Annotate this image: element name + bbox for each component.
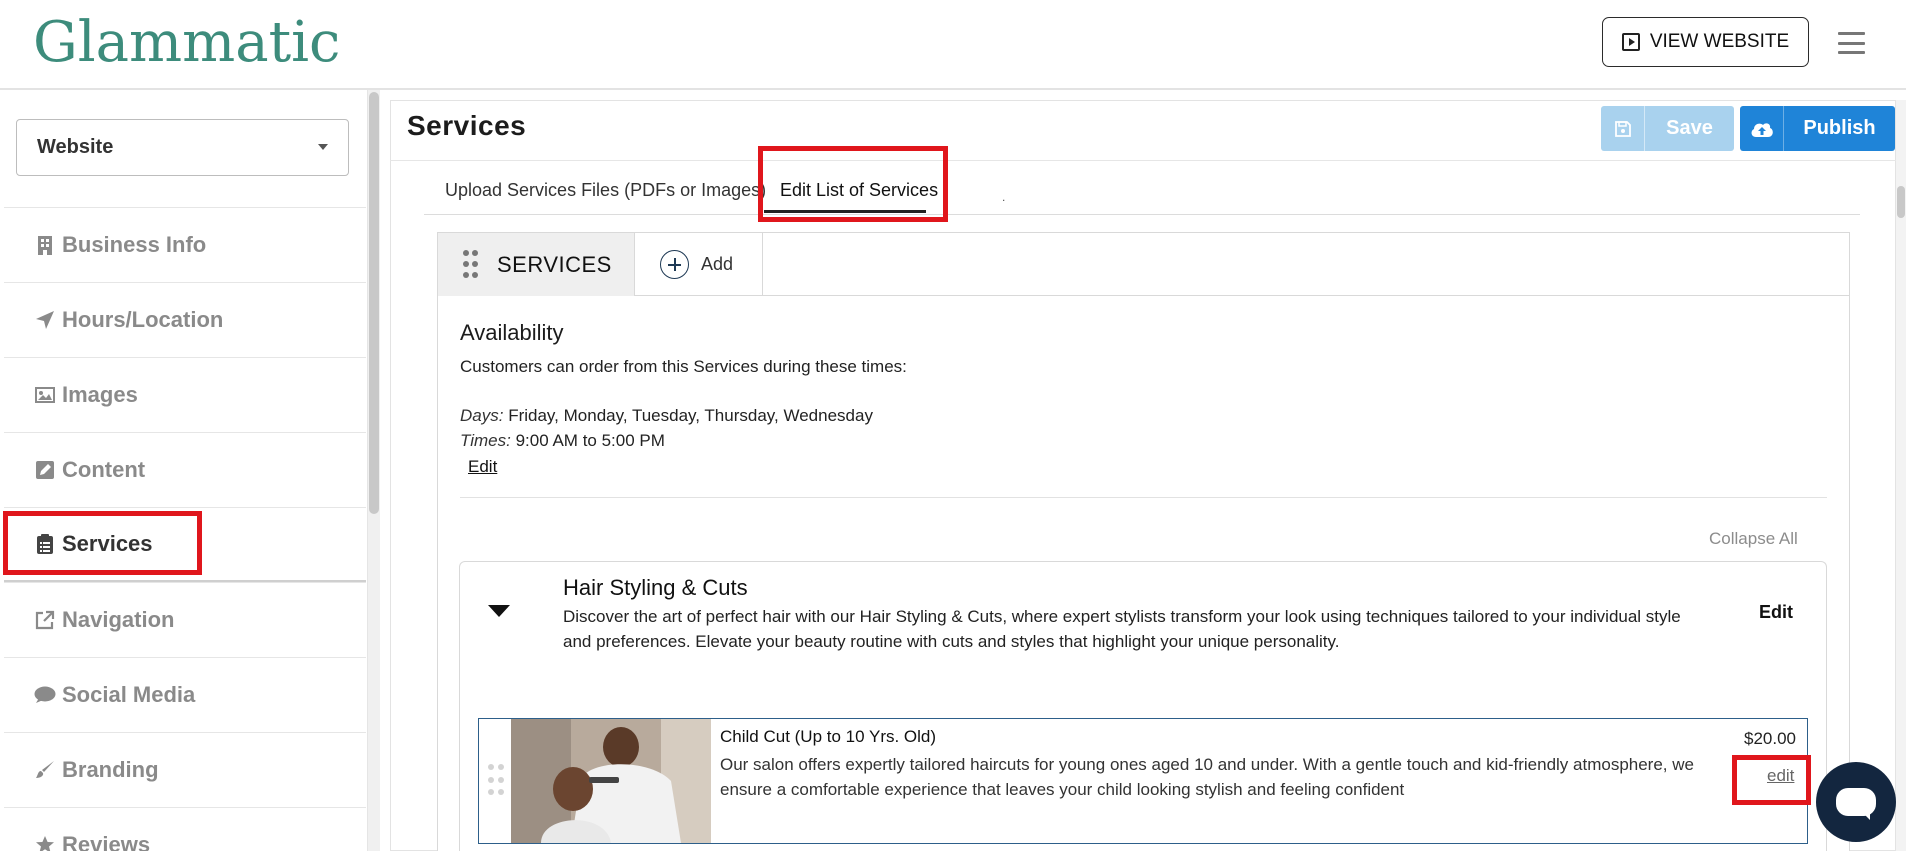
sidebar-item-business-info[interactable]: Business Info <box>4 207 366 282</box>
save-label: Save <box>1666 117 1713 139</box>
chat-icon <box>1836 788 1876 816</box>
category-description: Discover the art of perfect hair with ou… <box>563 607 1681 651</box>
tab-dot: . <box>1002 190 1006 204</box>
edit-icon <box>34 459 56 481</box>
floppy-disk-icon <box>1601 106 1645 151</box>
availability-edit-link[interactable]: Edit <box>468 457 497 477</box>
brand-logo[interactable]: Glammatic <box>33 10 340 75</box>
sidebar-item-label: Navigation <box>62 607 175 632</box>
play-icon <box>1621 33 1640 51</box>
plus-circle-icon <box>660 250 689 279</box>
sidebar-item-label: Branding <box>62 757 159 782</box>
sidebar-item-label: Hours/Location <box>62 307 224 332</box>
availability-description: Customers can order from this Services d… <box>460 357 907 376</box>
services-header: SERVICES Add <box>438 233 1849 296</box>
sidebar-scrollbar-thumb[interactable] <box>369 92 379 514</box>
site-selector-dropdown[interactable]: Website <box>16 119 349 176</box>
drag-handle-icon[interactable] <box>463 249 478 280</box>
sidebar-item-navigation[interactable]: Navigation <box>4 582 366 657</box>
publish-button[interactable]: Publish <box>1740 106 1895 151</box>
item-drag-handle-icon[interactable] <box>488 764 504 798</box>
availability-title: Availability <box>460 320 564 345</box>
star-icon <box>34 834 56 851</box>
sidebar-item-branding[interactable]: Branding <box>4 732 366 807</box>
service-item-image <box>511 719 711 843</box>
service-item-price: $20.00 <box>1744 729 1796 748</box>
service-item-name: Child Cut (Up to 10 Yrs. Old) <box>720 727 937 746</box>
sidebar-item-label: Social Media <box>62 682 196 707</box>
chat-widget-button[interactable] <box>1816 762 1896 842</box>
services-section-tab[interactable]: SERVICES <box>438 233 635 296</box>
sidebar-item-label: Business Info <box>62 232 207 257</box>
page-title: Services <box>407 110 527 141</box>
cloud-upload-icon <box>1740 106 1784 151</box>
highlight-box-item-edit <box>1732 755 1811 805</box>
days-value: Friday, Monday, Tuesday, Thursday, Wedne… <box>508 406 873 425</box>
sidebar-item-label: Content <box>62 457 146 482</box>
collapse-all-link[interactable]: Collapse All <box>1709 529 1798 549</box>
location-arrow-icon <box>34 309 56 331</box>
sidebar-item-images[interactable]: Images <box>4 357 366 432</box>
main-scrollbar-thumb[interactable] <box>1897 186 1905 218</box>
times-label: Times: <box>460 431 511 450</box>
sidebar-item-label: Reviews <box>62 832 151 851</box>
brush-icon <box>34 759 56 781</box>
services-tabs: Upload Services Files (PDFs or Images) E… <box>424 170 1860 215</box>
site-selector-value: Website <box>37 136 114 158</box>
category-edit-button[interactable]: Edit <box>1759 602 1793 623</box>
highlight-box-edit-list-tab <box>758 146 948 222</box>
availability-times: Times: 9:00 AM to 5:00 PM <box>460 431 665 451</box>
menu-icon[interactable] <box>1838 32 1865 54</box>
header-divider <box>390 160 1896 161</box>
add-button[interactable]: Add <box>636 233 763 296</box>
tab-upload-services-files[interactable]: Upload Services Files (PDFs or Images) <box>445 180 766 201</box>
view-website-label: VIEW WEBSITE <box>1649 31 1790 52</box>
service-item-description: Our salon offers expertly tailored hairc… <box>720 755 1694 799</box>
sidebar-item-hours-location[interactable]: Hours/Location <box>4 282 366 357</box>
services-section-title: SERVICES <box>497 251 612 277</box>
days-label: Days: <box>460 406 504 425</box>
sidebar-item-content[interactable]: Content <box>4 432 366 507</box>
external-link-icon <box>34 609 56 631</box>
availability-days: Days: Friday, Monday, Tuesday, Thursday,… <box>460 406 873 426</box>
caret-down-icon <box>318 144 328 150</box>
chat-bubble-icon <box>34 684 56 706</box>
save-button[interactable]: Save <box>1601 106 1734 151</box>
highlight-box-services <box>3 511 202 575</box>
sidebar-item-social-media[interactable]: Social Media <box>4 657 366 732</box>
collapse-caret-icon[interactable] <box>488 605 510 617</box>
category-title: Hair Styling & Cuts <box>563 575 748 600</box>
availability-divider <box>460 497 1827 498</box>
view-website-button[interactable]: VIEW WEBSITE <box>1602 17 1809 67</box>
sidebar-item-label: Images <box>62 382 138 407</box>
times-value: 9:00 AM to 5:00 PM <box>515 431 665 450</box>
top-bar: Glammatic VIEW WEBSITE <box>0 0 1906 90</box>
sidebar-item-reviews[interactable]: Reviews <box>4 807 366 851</box>
image-icon <box>34 384 56 406</box>
publish-label: Publish <box>1803 117 1876 139</box>
add-label: Add <box>701 254 734 274</box>
building-icon <box>34 234 56 256</box>
